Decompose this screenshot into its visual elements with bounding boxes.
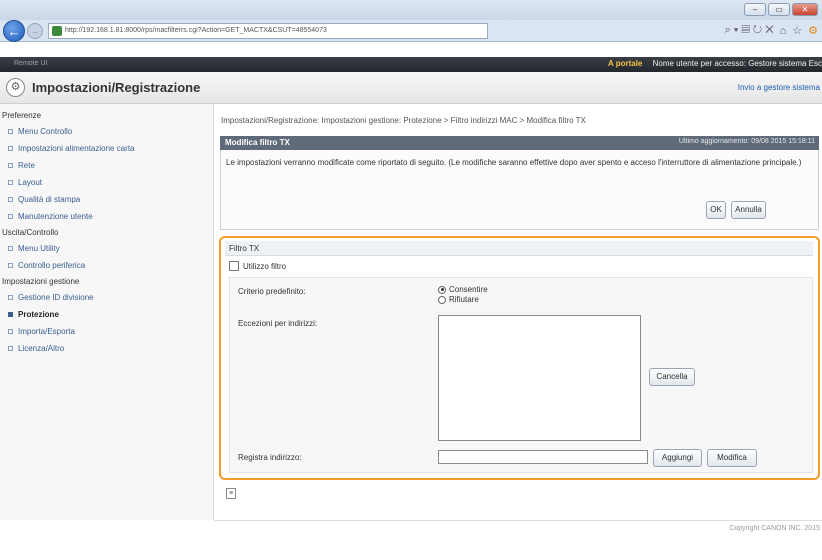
sidebar-group-gestione: Impostazioni gestione: [2, 277, 80, 286]
back-button[interactable]: ←: [3, 19, 25, 42]
default-policy-label: Criterio predefinito:: [238, 287, 306, 296]
register-address-label: Registra indirizzo:: [238, 453, 302, 462]
bullet-icon: [8, 263, 13, 268]
maximize-button[interactable]: ▭: [768, 3, 790, 16]
use-filter-checkbox[interactable]: [229, 261, 239, 271]
favorites-star-icon[interactable]: ☆: [792, 24, 802, 37]
cancel-button[interactable]: Annulla: [731, 201, 766, 219]
page-title: Impostazioni/Registrazione: [32, 80, 201, 95]
sidebar-item-rete[interactable]: Rete: [0, 157, 213, 174]
bullet-icon: [8, 312, 13, 317]
delete-address-button[interactable]: Cancella: [649, 368, 695, 386]
logged-user-text: Nome utente per accesso: Gestore sistema…: [652, 59, 822, 68]
sidebar-item-label: Gestione ID divisione: [18, 293, 94, 302]
bullet-icon: [8, 295, 13, 300]
mail-admin-link[interactable]: Invio a gestore sistema: [738, 83, 820, 92]
tx-filter-section: Filtro TX Utilizzo filtro Criterio prede…: [219, 236, 820, 480]
sidebar-item-label: Menu Controllo: [18, 127, 73, 136]
forward-button[interactable]: →: [27, 22, 43, 39]
window-controls: – ▭ ✕: [744, 3, 818, 16]
radio-reject[interactable]: Rifiutare: [438, 295, 479, 304]
panel-title: Modifica filtro TX: [225, 138, 290, 147]
sidebar-item-label: Layout: [18, 178, 43, 187]
last-update-text: Ultimo aggiornamento: 09/08 2015 15:18:1…: [678, 138, 815, 145]
use-filter-label: Utilizzo filtro: [243, 261, 287, 271]
sidebar-item-label: Licenza/Altro: [18, 344, 65, 353]
breadcrumb: Impostazioni/Registrazione: Impostazioni…: [221, 116, 586, 125]
filter-settings-area: Criterio predefinito: Consentire Rifiuta…: [229, 277, 813, 473]
sidebar-item-label: Impostazioni alimentazione carta: [18, 144, 135, 153]
sidebar-item-menu-controllo[interactable]: Menu Controllo: [0, 123, 213, 140]
info-message: Le impostazioni verranno modificate come…: [226, 158, 802, 167]
browser-tools: ⌕ ▾ ▤ ↻ ✕ ⌂ ☆ ⚙: [725, 24, 818, 37]
settings-logo-icon: ⚙: [6, 78, 25, 97]
window-titlebar: – ▭ ✕: [0, 0, 822, 20]
bullet-icon: [8, 180, 13, 185]
app-name: Remote UI: [14, 60, 48, 67]
sidebar-item-protezione[interactable]: Protezione: [0, 306, 213, 323]
bullet-icon: [8, 197, 13, 202]
sidebar-item-controllo-periferica[interactable]: Controllo periferica: [0, 257, 213, 274]
radio-allow-button[interactable]: [438, 285, 446, 294]
sidebar-item-label: Protezione: [18, 310, 59, 319]
sidebar-item-label: Importa/Esporta: [18, 327, 75, 336]
tx-filter-title: Filtro TX: [225, 241, 813, 256]
sidebar-item-label: Manutenzione utente: [18, 212, 93, 221]
sidebar-item-gestione-id[interactable]: Gestione ID divisione: [0, 289, 213, 306]
portal-link[interactable]: A portale: [608, 59, 642, 68]
bullet-icon: [8, 129, 13, 134]
sidebar-group-preferenze: Preferenze: [2, 111, 42, 120]
bullet-icon: [8, 329, 13, 334]
address-tools[interactable]: ⌕ ▾ ▤ ↻ ✕: [725, 24, 774, 37]
sidebar-item-manutenzione[interactable]: Manutenzione utente: [0, 208, 213, 225]
radio-reject-button[interactable]: [438, 295, 446, 304]
sidebar-item-menu-utility[interactable]: Menu Utility: [0, 240, 213, 257]
home-icon[interactable]: ⌂: [780, 25, 787, 37]
radio-allow-label: Consentire: [449, 285, 488, 294]
sidebar-item-label: Menu Utility: [18, 244, 60, 253]
exceptions-label: Eccezioni per indirizzi:: [238, 319, 318, 328]
page-header: ⚙ Impostazioni/Registrazione Invio a ges…: [0, 72, 822, 104]
modify-address-button[interactable]: Modifica: [707, 449, 757, 467]
bullet-icon: [8, 246, 13, 251]
sidebar-item-importa-esporta[interactable]: Importa/Esporta: [0, 323, 213, 340]
sidebar: Preferenze Menu Controllo Impostazioni a…: [0, 104, 214, 520]
browser-navbar: ← → http://192.168.1.81:8000/rps/macfilt…: [0, 19, 822, 42]
sidebar-item-layout[interactable]: Layout: [0, 174, 213, 191]
add-address-button[interactable]: Aggiungi: [653, 449, 702, 467]
minimize-button[interactable]: –: [744, 3, 766, 16]
copyright-text: Copyright CANON INC. 2015: [729, 525, 820, 532]
settings-gear-icon[interactable]: ⚙: [808, 24, 818, 37]
bullet-icon: [8, 214, 13, 219]
register-address-input[interactable]: [438, 450, 648, 464]
sidebar-item-label: Rete: [18, 161, 35, 170]
sidebar-item-qualita-stampa[interactable]: Qualità di stampa: [0, 191, 213, 208]
sidebar-group-uscita: Uscita/Controllo: [2, 228, 59, 237]
sidebar-item-label: Qualità di stampa: [18, 195, 81, 204]
close-window-button[interactable]: ✕: [792, 3, 818, 16]
bullet-icon: [8, 146, 13, 151]
address-url: http://192.168.1.81:8000/rps/macfilterrs…: [65, 27, 327, 34]
sidebar-item-licenza[interactable]: Licenza/Altro: [0, 340, 213, 357]
exceptions-listbox[interactable]: [438, 315, 641, 441]
footer-divider: [214, 520, 822, 521]
sidebar-item-alimentazione-carta[interactable]: Impostazioni alimentazione carta: [0, 140, 213, 157]
address-bar[interactable]: http://192.168.1.81:8000/rps/macfilterrs…: [48, 22, 488, 39]
edit-panel-body: Le impostazioni verranno modificate come…: [220, 150, 819, 230]
bullet-icon: [8, 163, 13, 168]
ok-button[interactable]: OK: [706, 201, 726, 219]
radio-reject-label: Rifiutare: [449, 295, 479, 304]
page-top-icon[interactable]: ≡: [226, 488, 236, 499]
sidebar-item-label: Controllo periferica: [18, 261, 86, 270]
radio-allow[interactable]: Consentire: [438, 285, 488, 294]
bullet-icon: [8, 346, 13, 351]
edit-panel-header: Modifica filtro TX Ultimo aggiornamento:…: [220, 136, 819, 150]
site-favicon-icon: [52, 25, 62, 36]
use-filter-row[interactable]: Utilizzo filtro: [229, 261, 286, 271]
app-topbar: Remote UI A portale Nome utente per acce…: [0, 57, 822, 72]
